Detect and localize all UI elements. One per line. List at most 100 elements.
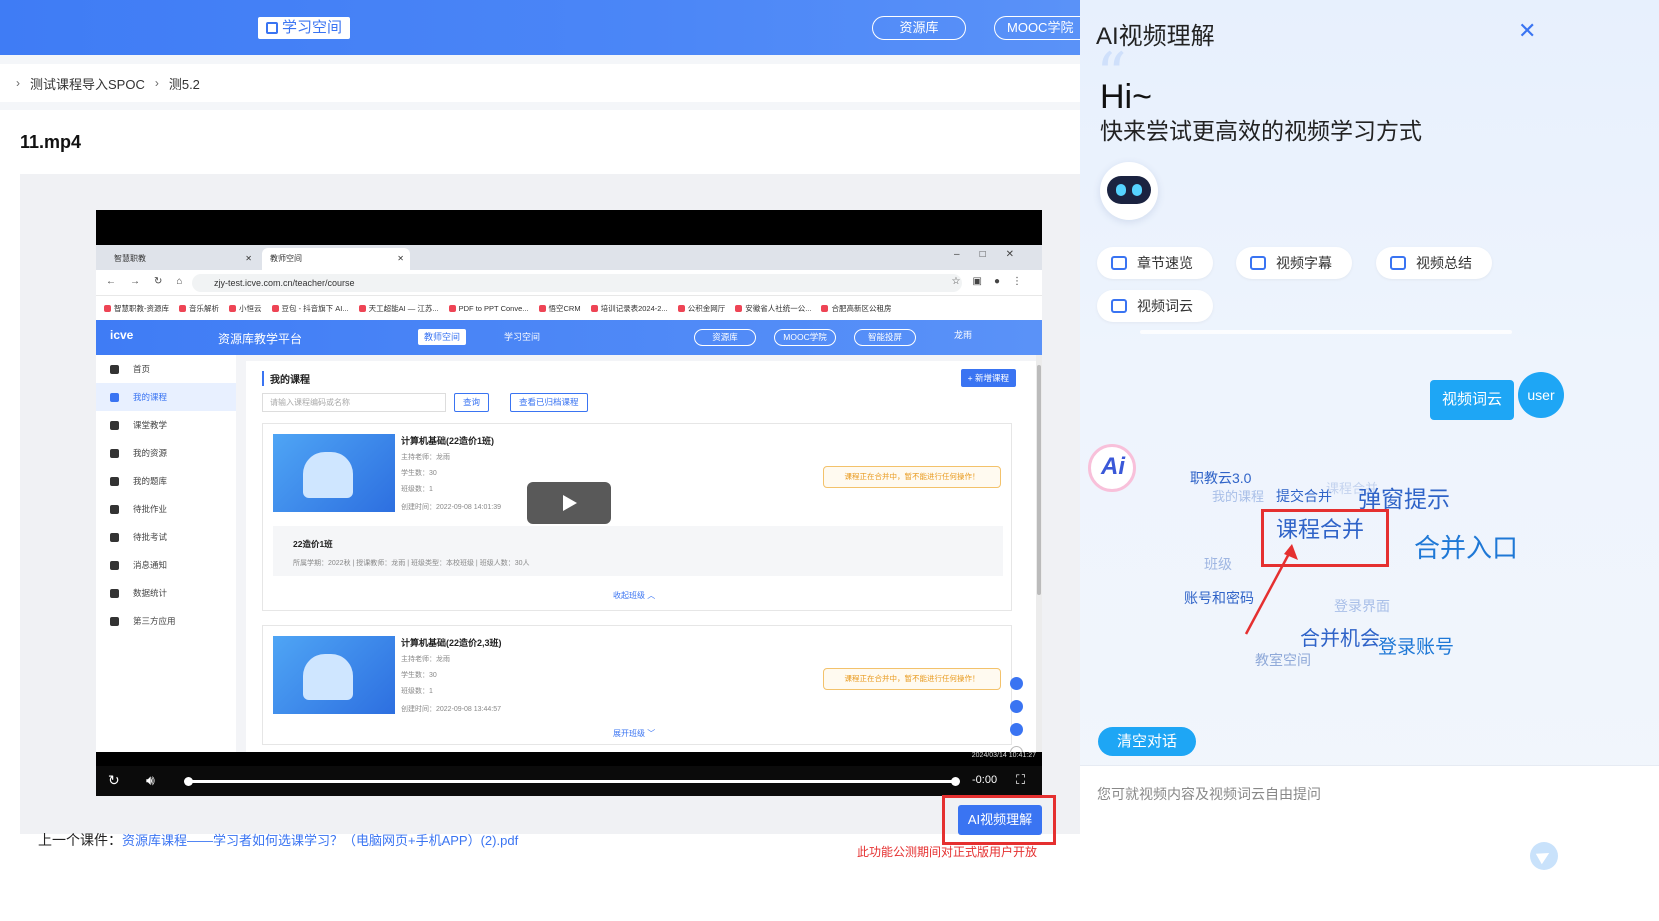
- browser-address-bar: ←→↻⌂ zjy-test.icve.com.cn/teacher/course…: [96, 270, 1042, 296]
- archived-button: 查看已归档课程: [510, 393, 588, 412]
- ai-avatar: Ai: [1088, 444, 1136, 492]
- video-container: 智慧职教 ✕ 教师空间 ✕ –□✕ ←→↻⌂ zjy-test.icve.com.c…: [20, 174, 1080, 834]
- word-cloud-term: 登录账号: [1378, 637, 1455, 658]
- word-cloud-term: 职教云3.0: [1190, 470, 1252, 486]
- main-content: 11.mp4 智慧职教 ✕ 教师空间 ✕ –□✕ ←→↻⌂ zjy-test.icv…: [0, 110, 1080, 921]
- help-icon: [1010, 723, 1023, 736]
- video-timestamp: 2024/03/14 10:41:27: [971, 752, 1036, 759]
- word-cloud-term: 我的课程: [1212, 489, 1265, 504]
- progress-handle[interactable]: [951, 777, 960, 786]
- annotation-arrow: [1244, 544, 1298, 635]
- sidebar-item: 我的题库: [96, 467, 236, 495]
- course-meta: 创建时间：2022-09-08 14:01:39: [401, 504, 501, 511]
- breadcrumb-lesson[interactable]: 测5.2: [169, 74, 200, 93]
- subtitles-button[interactable]: 视频字幕: [1236, 247, 1352, 279]
- browser-nav-icon: ←→↻⌂: [106, 276, 197, 287]
- resource-library-button[interactable]: 资源库: [872, 16, 966, 40]
- input-placeholder: 您可就视频内容及视频词云自由提问: [1097, 786, 1321, 802]
- window-controls-icon: –□✕: [954, 249, 1034, 260]
- section-heading: 我的课程: [262, 371, 310, 386]
- file-title: 11.mp4: [20, 132, 82, 152]
- merge-notice: 课程正在合并中，暂不能进行任何操作！: [823, 668, 1001, 690]
- sidebar-item: 我的课程: [96, 383, 236, 411]
- video-icon: [1390, 256, 1406, 270]
- space-icon: [266, 22, 278, 34]
- course-meta: 班级数：1: [401, 688, 433, 695]
- course-meta: 学生数：30: [401, 672, 437, 679]
- chevron-right-icon: ›: [154, 76, 159, 90]
- course-meta: 主持老师：龙雨: [401, 656, 450, 663]
- platform-name: 资源库教学平台: [218, 332, 303, 346]
- sidebar-item: 首页: [96, 355, 236, 383]
- sidebar-item: 数据统计: [96, 579, 236, 607]
- word-cloud-term: 合并入口: [1414, 533, 1519, 563]
- course-meta: 学生数：30: [401, 470, 437, 477]
- sidebar-item: 待批作业: [96, 495, 236, 523]
- fullscreen-icon[interactable]: ⛶: [1016, 772, 1025, 788]
- progress-start-handle[interactable]: [184, 777, 193, 786]
- sidebar-item: 第三方应用: [96, 607, 236, 635]
- inner-scrollbar: [1036, 355, 1042, 752]
- download-icon: [1010, 700, 1023, 713]
- chapter-overview-button[interactable]: 章节速览: [1097, 247, 1213, 279]
- user-avatar: user: [1518, 372, 1564, 418]
- volume-icon[interactable]: 🔊︎: [146, 772, 155, 789]
- mooc-college-button[interactable]: MOOC学院: [994, 16, 1080, 40]
- course-card: 计算机基础(22造价2,3班) 主持老师：龙雨 学生数：30 班级数：1 创建时…: [262, 625, 1012, 745]
- previous-courseware-link[interactable]: 资源库课程——学习者如何选课学习？（电脑网页+手机APP）(2).pdf: [122, 833, 518, 848]
- learning-space-button[interactable]: 学习空间: [258, 17, 351, 39]
- bookmarks-bar: 智慧职教-资源库 音乐解析 小恒云 豆包 - 抖音旗下 AI... 天工超能AI — 江…: [96, 296, 1042, 320]
- robot-icon: [1100, 162, 1158, 220]
- browser-tab: 智慧职教 ✕: [114, 254, 252, 263]
- chevron-right-icon: ›: [16, 76, 20, 90]
- app-nav-pill: MOOC学院: [774, 329, 836, 346]
- time-remaining: -0:00: [972, 774, 998, 786]
- url-field: zjy-test.icve.com.cn/teacher/course: [192, 274, 962, 292]
- expand-toggle: 展开班级 ﹀: [613, 729, 656, 738]
- question-input[interactable]: 您可就视频内容及视频词云自由提问: [1080, 765, 1659, 921]
- course-thumbnail: [273, 434, 395, 512]
- breadcrumb-course[interactable]: 测试课程导入SPOC: [30, 74, 145, 93]
- word-cloud-button[interactable]: 视频词云: [1097, 290, 1213, 322]
- clear-conversation-button[interactable]: 清空对话: [1098, 727, 1196, 756]
- course-title: 计算机基础(22造价2,3班): [401, 638, 502, 648]
- icve-logo: icve: [110, 328, 134, 342]
- course-title: 计算机基础(22造价1班): [401, 436, 495, 446]
- progress-track[interactable]: [184, 777, 960, 786]
- word-cloud-term: 提交合并: [1276, 488, 1332, 504]
- play-button[interactable]: [527, 482, 611, 524]
- close-icon[interactable]: ✕: [1518, 18, 1536, 44]
- ai-video-understanding-button[interactable]: AI视频理解: [958, 805, 1042, 835]
- browser-toolbar-icon: ☆▣●⋮: [951, 276, 1034, 287]
- my-courses-panel: 我的课程 + 新增课程 请输入课程编码或名称 查询 查看已归档课程 计算机基础(…: [246, 361, 1036, 752]
- course-meta: 创建时间：2022-09-08 13:44:57: [401, 706, 501, 713]
- floating-tools: [1010, 677, 1026, 752]
- word-cloud-term: 教室空间: [1255, 652, 1311, 668]
- breadcrumb: › 测试课程导入SPOC › 测5.2: [0, 64, 1080, 102]
- teacher-space-tab: 教师空间: [418, 329, 467, 345]
- previous-courseware: 上一个课件：资源库课程——学习者如何选课学习？（电脑网页+手机APP）(2).p…: [38, 830, 518, 850]
- app-nav-pill: 资源库: [694, 329, 756, 346]
- user-name: 龙雨: [954, 330, 973, 340]
- sidebar-item: 消息通知: [96, 551, 236, 579]
- word-cloud-term: 班级: [1204, 556, 1232, 572]
- list-icon: [1111, 256, 1127, 270]
- course-meta: 班级数：1: [401, 486, 433, 493]
- course-search-input: 请输入课程编码或名称: [262, 393, 446, 412]
- video-player[interactable]: 智慧职教 ✕ 教师空间 ✕ –□✕ ←→↻⌂ zjy-test.icve.com.c…: [96, 210, 1042, 796]
- greeting-subtitle: 快来尝试更高效的视频学习方式: [1100, 118, 1422, 144]
- browser-tab: 教师空间 ✕: [262, 248, 410, 270]
- summary-button[interactable]: 视频总结: [1376, 247, 1492, 279]
- course-card: 计算机基础(22造价1班) 主持老师：龙雨 学生数：30 班级数：1 创建时间：…: [262, 423, 1012, 611]
- learning-space-label: 学习空间: [282, 19, 343, 36]
- sidebar-item: 待批考试: [96, 523, 236, 551]
- send-icon[interactable]: [1530, 842, 1558, 870]
- new-course-button: + 新增课程: [960, 369, 1016, 387]
- app-sidebar: 首页 我的课程 课堂教学 我的资源 我的题库 待批作业 待批考试 消息通知 数据…: [96, 355, 236, 752]
- sidebar-item: 课堂教学: [96, 411, 236, 439]
- app-nav-pill: 智能投屏: [854, 329, 916, 346]
- ai-video-panel: AI视频理解 ✕ “ Hi~ 快来尝试更高效的视频学习方式 章节速览 视频字幕 …: [1080, 0, 1659, 921]
- headset-icon: [1010, 677, 1023, 690]
- course-meta: 主持老师：龙雨: [401, 454, 450, 461]
- replay-icon[interactable]: ↻: [108, 772, 120, 789]
